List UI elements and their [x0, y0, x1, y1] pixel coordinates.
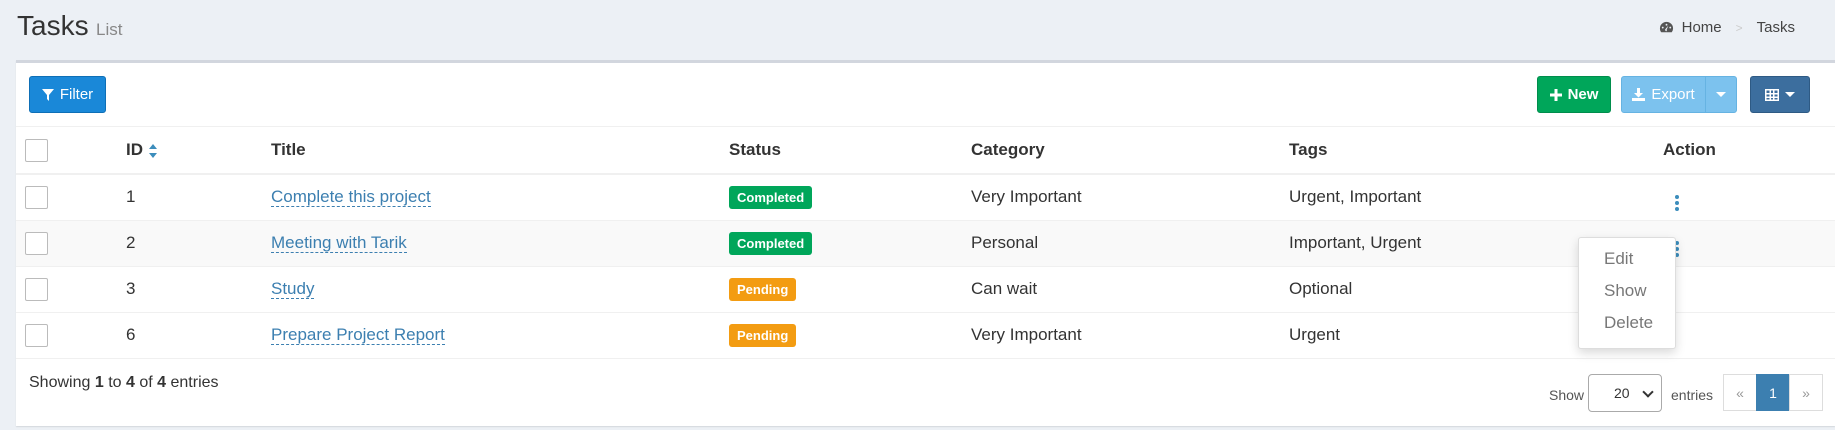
cell-id: 2	[126, 233, 136, 252]
dashboard-icon	[1659, 21, 1673, 33]
toolbar: Filter New Export	[16, 63, 1835, 127]
pagination-prev[interactable]: «	[1723, 374, 1757, 411]
row-checkbox[interactable]	[25, 185, 48, 209]
cell-id: 1	[126, 187, 136, 207]
filter-button[interactable]: Filter	[29, 76, 106, 113]
info-from: 1	[94, 374, 104, 391]
breadcrumb-current: Tasks	[1756, 19, 1795, 36]
cell-category: Very Important	[971, 325, 1082, 344]
pagination-next[interactable]: »	[1789, 374, 1823, 411]
breadcrumb-separator: >	[1735, 20, 1743, 35]
download-icon	[1632, 88, 1646, 101]
cell-tags: Urgent, Important	[1289, 187, 1422, 207]
column-header-title: Title	[271, 127, 729, 175]
status-badge: Completed	[729, 185, 813, 209]
select-all-checkbox[interactable]	[25, 138, 48, 162]
select-all-cell	[16, 127, 126, 175]
column-header-status: Status	[729, 127, 971, 175]
task-title-link[interactable]: Complete this project	[271, 187, 431, 208]
status-badge: Pending	[729, 323, 797, 347]
table-row: 1 Complete this project Completed Very I…	[16, 174, 1835, 220]
task-title-link[interactable]: Study	[271, 279, 315, 299]
cell-id: 3	[126, 279, 136, 298]
page-title: Tasks	[17, 10, 89, 41]
breadcrumb: Home > Tasks	[1659, 19, 1795, 36]
cell-category: Can wait	[971, 279, 1038, 298]
info-to: 4	[125, 374, 135, 391]
task-title-link[interactable]: Prepare Project Report	[271, 325, 445, 345]
chevron-down-icon	[1642, 386, 1654, 398]
column-header-action: Action	[1663, 127, 1835, 175]
export-button-label: Export	[1651, 86, 1695, 103]
action-edit[interactable]: Edit	[1579, 243, 1675, 275]
task-title-link[interactable]: Meeting with Tarik	[271, 233, 407, 253]
status-badge: Pending	[729, 277, 797, 301]
cell-category: Personal	[971, 233, 1039, 252]
new-button-label: New	[1567, 86, 1599, 103]
plus-icon	[1549, 88, 1562, 101]
page-size-select[interactable]: 20	[1588, 374, 1662, 412]
cell-category: Very Important	[971, 187, 1082, 207]
cell-id: 6	[126, 325, 136, 344]
info-of-word: of	[139, 374, 153, 391]
pagination-page[interactable]: 1	[1756, 374, 1790, 411]
page-size-show-label: Show	[1549, 387, 1585, 403]
filter-button-label: Filter	[59, 86, 94, 103]
row-checkbox[interactable]	[25, 323, 48, 347]
row-actions-dropdown: Edit Show Delete	[1578, 237, 1676, 349]
page-subtitle: List	[96, 20, 123, 39]
table-row: 3 Study Pending Can wait Optional	[16, 266, 1835, 312]
info-to-word: to	[108, 374, 122, 391]
row-checkbox[interactable]	[25, 277, 48, 301]
page-size-value: 20	[1614, 385, 1630, 401]
content-header: Tasks List Home > Tasks	[0, 0, 1835, 58]
tasks-table: ID Title Status Category Tags Action 1 C…	[16, 127, 1835, 359]
export-button[interactable]: Export	[1621, 76, 1706, 113]
table-row: 2 Meeting with Tarik Completed Personal …	[16, 220, 1835, 266]
column-visibility-button[interactable]	[1750, 76, 1810, 113]
table-header-row: ID Title Status Category Tags Action	[16, 127, 1835, 175]
chevron-down-icon	[1716, 92, 1726, 97]
column-header-category: Category	[971, 127, 1289, 175]
action-delete[interactable]: Delete	[1579, 307, 1675, 339]
new-button[interactable]: New	[1537, 76, 1611, 113]
tasks-box: Filter New Export ID Title Status Catego…	[16, 60, 1835, 426]
row-actions-menu-icon[interactable]	[1675, 194, 1679, 211]
info-total: 4	[157, 374, 167, 391]
filter-icon	[41, 88, 54, 101]
info-prefix: Showing	[29, 374, 91, 391]
breadcrumb-home-link[interactable]: Home	[1682, 19, 1722, 36]
info-suffix: entries	[170, 374, 219, 391]
page-size-entries-label: entries	[1671, 387, 1714, 403]
row-checkbox[interactable]	[25, 231, 48, 255]
status-badge: Completed	[729, 231, 813, 255]
chevron-down-icon	[1785, 92, 1795, 97]
column-header-id-label: ID	[126, 140, 143, 159]
pagination: « 1 »	[1723, 374, 1823, 411]
export-dropdown-toggle[interactable]	[1705, 76, 1737, 113]
table-icon	[1765, 88, 1779, 101]
sort-icon	[148, 143, 157, 158]
column-header-tags: Tags	[1289, 127, 1663, 175]
column-header-id[interactable]: ID	[126, 127, 271, 175]
action-show[interactable]: Show	[1579, 275, 1675, 307]
table-info: Showing 1 to 4 of 4 entries	[29, 374, 219, 392]
table-row: 6 Prepare Project Report Pending Very Im…	[16, 312, 1835, 358]
